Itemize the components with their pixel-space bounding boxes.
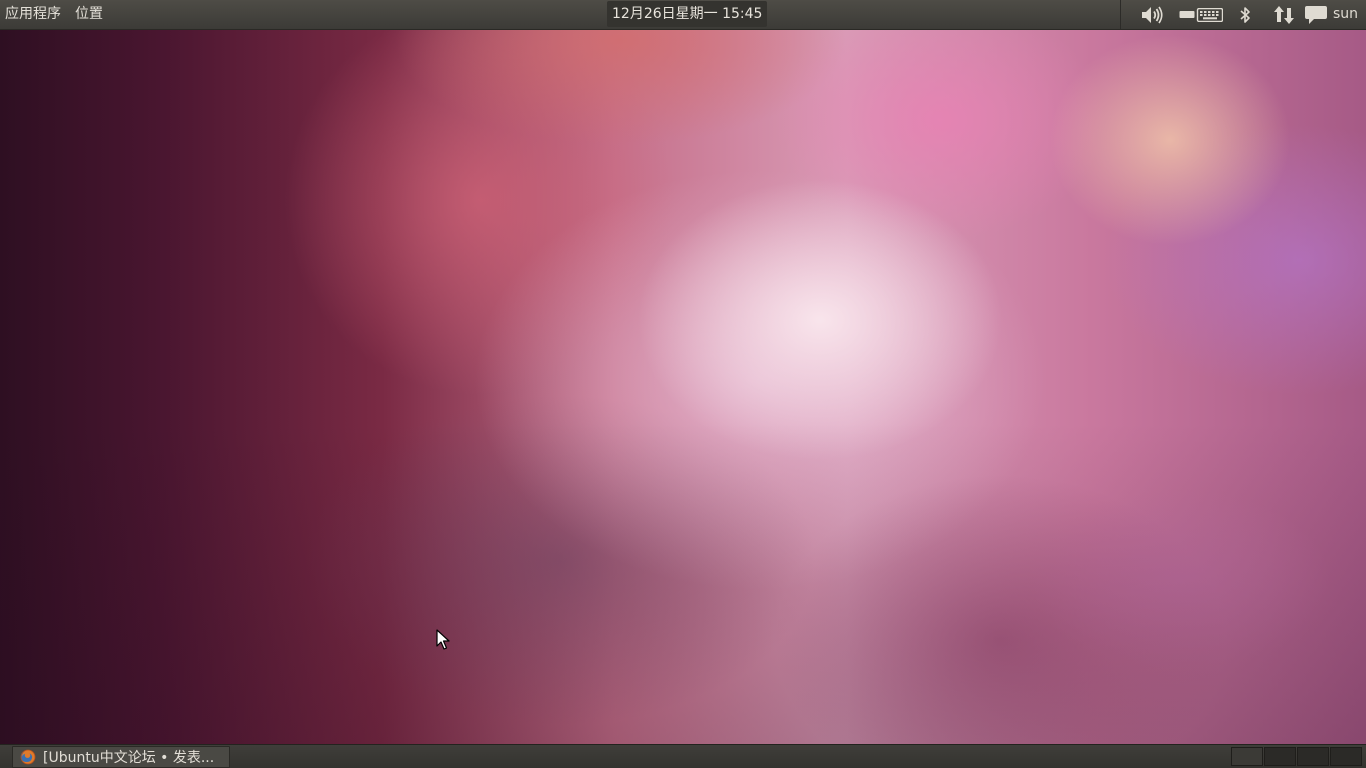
- speaker-icon: [1142, 6, 1163, 23]
- mouse-cursor-icon: [436, 629, 450, 650]
- taskbar-window-button[interactable]: [Ubuntu中文论坛 • 发表...: [12, 746, 230, 768]
- workspace-1[interactable]: [1231, 747, 1263, 766]
- workspace-3[interactable]: [1297, 747, 1329, 766]
- indicator-area: sun: [1120, 0, 1366, 29]
- places-menu[interactable]: 位置: [70, 0, 108, 29]
- workspace-switcher[interactable]: [1231, 747, 1363, 766]
- bottom-panel: [Ubuntu中文论坛 • 发表...: [0, 744, 1366, 768]
- keyboard-icon: [1179, 7, 1223, 22]
- speech-bubble-icon: [1305, 5, 1327, 24]
- user-menu[interactable]: sun: [1333, 0, 1358, 29]
- top-panel: 应用程序 位置 12月26日星期一 15:45 sun: [0, 0, 1366, 30]
- messages-indicator[interactable]: [1303, 0, 1329, 29]
- taskbar-window-title: [Ubuntu中文论坛 • 发表...: [43, 750, 215, 766]
- desktop-wallpaper-shade: [0, 0, 1366, 768]
- firefox-icon: [19, 748, 37, 766]
- keyboard-indicator[interactable]: [1175, 0, 1227, 29]
- clock[interactable]: 12月26日星期一 15:45: [607, 1, 768, 27]
- workspace-2[interactable]: [1264, 747, 1296, 766]
- network-arrows-icon: [1274, 5, 1294, 24]
- applications-menu[interactable]: 应用程序: [0, 0, 66, 29]
- workspace-4[interactable]: [1330, 747, 1362, 766]
- volume-indicator[interactable]: [1137, 0, 1167, 29]
- bluetooth-indicator[interactable]: [1235, 0, 1255, 29]
- network-indicator[interactable]: [1271, 0, 1299, 29]
- bluetooth-icon: [1240, 6, 1250, 23]
